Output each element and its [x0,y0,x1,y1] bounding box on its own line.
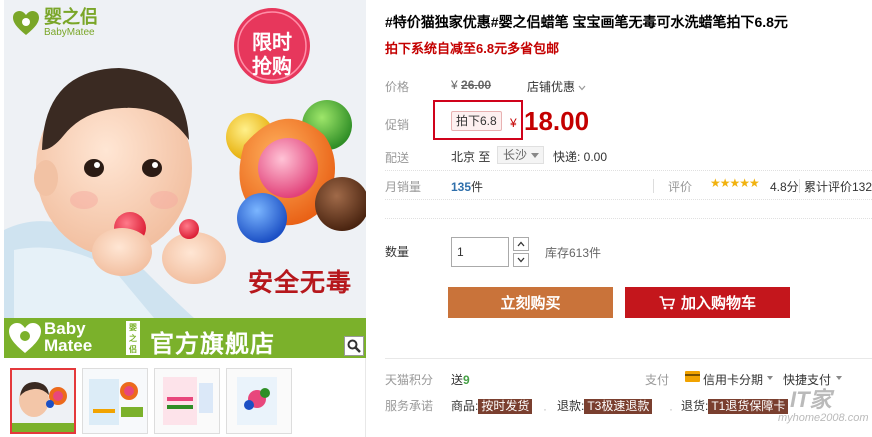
brand-heart-icon [13,11,39,35]
service-prefix: 退货: [681,399,709,413]
service-prefix: 商品: [451,399,479,413]
points-value: 送9 [451,371,470,388]
banner-vertical-brand: 婴之侣 [126,321,140,355]
quantity-input[interactable] [451,237,509,267]
credit-installment-option[interactable]: 信用卡分期 [703,371,763,388]
product-title: #特价猫独家优惠#婴之侣蜡笔 宝宝画笔无毒可水洗蜡笔拍下6.8元 [385,14,788,30]
credit-card-icon [685,371,700,382]
stock-count: 库存613件 [545,246,602,260]
badge-line2: 抢购 [252,56,292,78]
thumbnail-3[interactable] [154,368,220,434]
rating-label: 评价 [668,180,693,194]
add-to-cart-button[interactable]: 加入购物车 [625,287,790,318]
monthly-sales-count: 135 [451,180,472,194]
active-thumbnail-arrow [40,368,52,369]
divider [653,179,654,193]
shipping-destination-select[interactable]: 长沙 [497,146,545,164]
quantity-decrease-button[interactable] [513,253,529,267]
thumbnail-4[interactable] [226,368,292,434]
banner-brand-en: Baby Matee [44,320,92,354]
buy-now-button[interactable]: 立刻购买 [448,287,613,318]
points-prefix: 送 [451,373,464,387]
caret-down-icon [531,153,540,158]
monthly-sales-unit: 件 [471,180,484,194]
site-watermark: IT家 myhome2008.com [770,382,872,434]
monthly-sales-label: 月销量 [385,180,422,194]
promo-tag: 拍下6.8 [451,111,502,131]
thumbnail-1-image [12,370,74,432]
original-price: ¥ 26.00 [451,78,491,92]
promo-label: 促销 [385,118,410,132]
safe-nontoxic-text: 安全无毒 [248,269,353,297]
thumbnail-2[interactable] [82,368,148,434]
caret-down-icon [767,376,773,380]
promo-currency: ¥ [510,116,517,130]
banner-heart-icon [9,323,41,353]
service-item[interactable]: 退款: T3极速退款 [557,397,653,414]
store-banner: Baby Matee 婴之侣 官方旗舰店 [4,318,366,358]
quantity-label: 数量 [385,245,410,259]
add-to-cart-label: 加入购物车 [680,295,756,312]
review-count-link[interactable]: 累计评价132 [804,178,872,195]
service-label: 服务承诺 [385,399,434,413]
rating-score: 4.8分 [770,180,799,194]
price-label: 价格 [385,80,410,94]
watermark-line1: IT家 [790,387,832,412]
service-prefix: 退款: [557,399,585,413]
quantity-increase-button[interactable] [513,237,529,251]
banner-en-line2: Matee [44,336,93,355]
star-rating-icon: ★★★★★ [710,176,760,190]
zoom-button[interactable] [344,336,364,356]
separator-dot: · [669,402,673,416]
thumbnail-strip [10,368,350,434]
service-tag: T3极速退款 [584,399,653,414]
points-number: 9 [463,373,470,387]
shipping-destination-value: 长沙 [503,148,528,162]
chevron-down-icon [517,257,525,263]
payment-label: 支付 [645,373,670,387]
brand-name-en: BabyMatee [44,27,95,38]
watermark-line2: myhome2008.com [778,412,869,424]
service-tag: 按时发货 [478,399,533,414]
original-price-value: 26.00 [461,78,492,92]
chevron-up-icon [517,241,525,247]
chevron-down-icon [578,85,586,91]
service-item[interactable]: 商品: 按时发货 [451,397,533,414]
magnifier-icon [347,339,361,353]
thumbnail-3-image [155,369,219,433]
stats-row: 月销量 135件 评价 ★★★★★ 4.8分 累计评价132 [385,170,872,200]
thumbnail-2-image [83,369,147,433]
shop-discount-label: 店铺优惠 [527,80,576,94]
banner-en-line1: Baby [44,319,86,338]
original-currency: ¥ [451,78,458,92]
express-fee: 快递: 0.00 [553,150,608,164]
quantity-row: 数量 库存613件 [385,218,872,278]
separator-dot: · [543,402,547,416]
shipping-label: 配送 [385,151,410,165]
thumbnail-1[interactable] [10,368,76,434]
buy-now-label: 立刻购买 [500,295,561,312]
shop-discount-dropdown[interactable]: 店铺优惠 [527,78,586,95]
cart-icon [659,295,675,309]
monthly-sales: 135件 [451,178,483,195]
product-gallery: 婴之侣 BabyMatee 限时 抢购 安全无毒 Baby Matee 婴之侣 [0,0,366,437]
thumbnail-4-image [227,369,291,433]
main-product-image[interactable]: 婴之侣 BabyMatee 限时 抢购 安全无毒 Baby Matee 婴之侣 [4,0,366,358]
promo-price: 18.00 [524,106,590,136]
shipping-from: 北京 至 [451,150,491,164]
divider [799,179,800,193]
brand-name-zh: 婴之侣 [44,7,98,27]
flash-sale-badge: 限时 抢购 [232,6,312,86]
product-subtitle: 拍下系统自减至6.8元多省包邮 [385,41,560,56]
banner-shop-name: 官方旗舰店 [150,331,275,358]
product-detail: #特价猫独家优惠#婴之侣蜡笔 宝宝画笔无毒可水洗蜡笔拍下6.8元 拍下系统自减至… [385,0,872,437]
points-label: 天猫积分 [385,373,434,387]
brand-logo: 婴之侣 BabyMatee [12,8,98,38]
caret-down-icon [836,376,842,380]
